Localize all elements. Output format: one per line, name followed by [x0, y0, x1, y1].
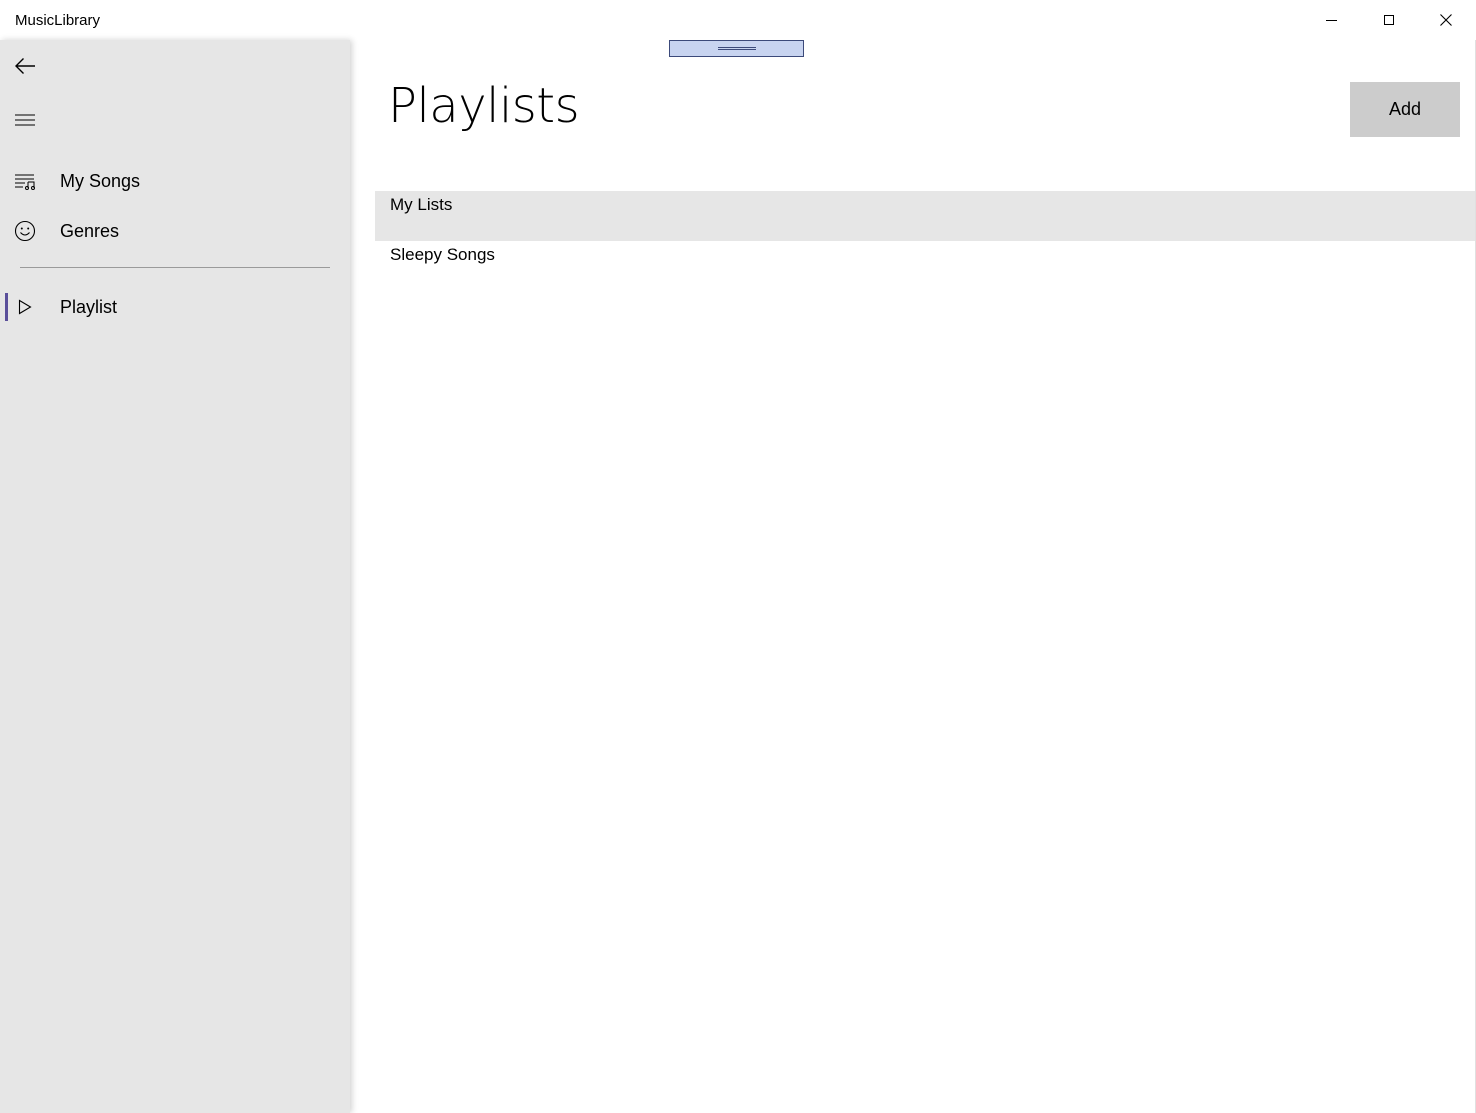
- title-bar: MusicLibrary: [0, 0, 1476, 40]
- nav-item-genres[interactable]: Genres: [0, 207, 350, 255]
- nav-item-playlist[interactable]: Playlist: [0, 283, 350, 331]
- maximize-icon: [1383, 15, 1394, 25]
- page-title: Playlists: [388, 78, 580, 134]
- hamburger-menu-button[interactable]: [0, 96, 50, 144]
- add-button[interactable]: Add: [1350, 82, 1460, 137]
- list-item[interactable]: Sleepy Songs: [375, 241, 1476, 291]
- nav-item-label: Genres: [60, 220, 120, 241]
- app-title: MusicLibrary: [15, 12, 101, 29]
- minimize-button[interactable]: [1303, 0, 1360, 40]
- list-item-label: My Lists: [390, 195, 453, 214]
- navigation-pane: My Songs Genres Playlist: [0, 40, 350, 1113]
- emoji-icon: [0, 207, 50, 255]
- back-arrow-icon: [15, 58, 35, 74]
- minimize-icon: [1326, 19, 1337, 21]
- close-icon: [1439, 14, 1452, 26]
- back-button[interactable]: [0, 42, 50, 90]
- playlist-list: My Lists Sleepy Songs: [375, 191, 1476, 291]
- nav-divider: [20, 267, 330, 268]
- nav-item-label: My Songs: [60, 170, 141, 191]
- nav-item-my-songs[interactable]: My Songs: [0, 157, 350, 205]
- selection-indicator: [5, 293, 8, 321]
- music-list-icon: [0, 157, 50, 205]
- maximize-button[interactable]: [1360, 0, 1417, 40]
- nav-item-label: Playlist: [60, 296, 118, 317]
- grip-icon: [717, 47, 756, 50]
- close-button[interactable]: [1417, 0, 1474, 40]
- list-item-label: Sleepy Songs: [390, 245, 495, 264]
- hamburger-icon: [15, 114, 35, 126]
- list-item[interactable]: My Lists: [375, 191, 1476, 241]
- debug-drag-handle[interactable]: [669, 40, 804, 57]
